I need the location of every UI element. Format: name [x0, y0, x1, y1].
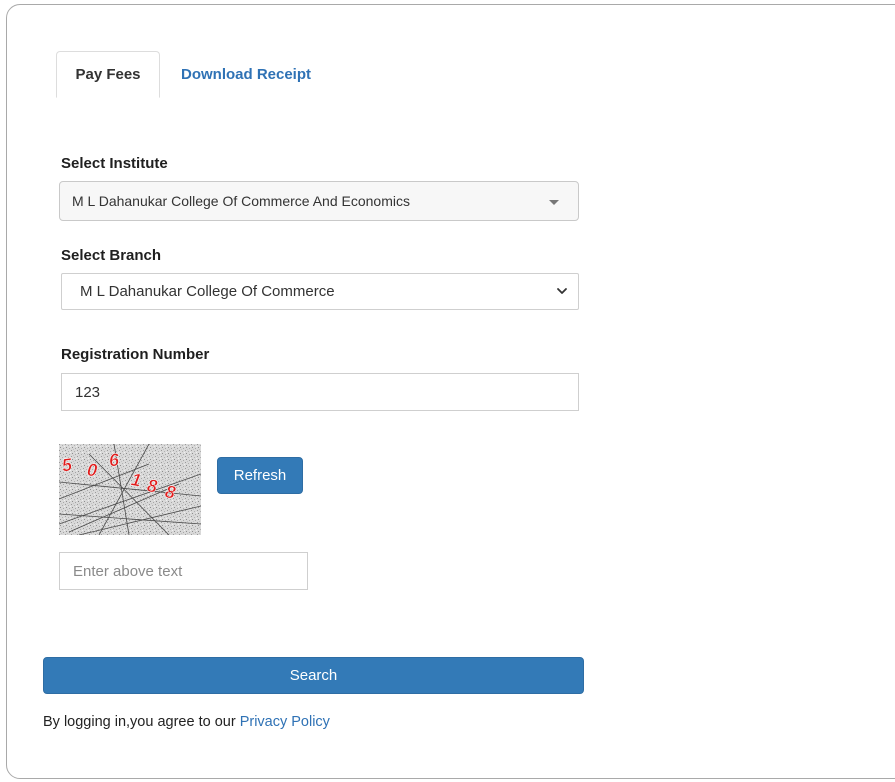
captcha-image: 5 0 6 1 8 8: [59, 444, 201, 535]
captcha-input[interactable]: Enter above text: [59, 552, 308, 590]
tab-bar: Pay Fees Download Receipt: [56, 51, 327, 98]
institute-selected-value: M L Dahanukar College Of Commerce And Ec…: [72, 193, 410, 209]
tab-pay-fees[interactable]: Pay Fees: [56, 51, 160, 98]
privacy-policy-link[interactable]: Privacy Policy: [240, 714, 330, 730]
privacy-note: By logging in,you agree to our Privacy P…: [43, 714, 330, 730]
branch-label: Select Branch: [61, 247, 162, 264]
search-button[interactable]: Search: [43, 657, 584, 694]
caret-down-icon: [549, 200, 559, 205]
institute-label: Select Institute: [61, 155, 168, 172]
svg-text:0: 0: [86, 460, 98, 481]
registration-number-input[interactable]: 123: [61, 373, 579, 411]
refresh-captcha-button[interactable]: Refresh: [217, 457, 303, 494]
registration-label: Registration Number: [61, 346, 210, 363]
tab-download-receipt[interactable]: Download Receipt: [160, 51, 327, 98]
branch-select[interactable]: M L Dahanukar College Of Commerce: [61, 273, 579, 310]
branch-selected-value: M L Dahanukar College Of Commerce: [80, 283, 335, 300]
chevron-down-icon: [557, 288, 567, 294]
privacy-note-text: By logging in,you agree to our: [43, 714, 236, 730]
captcha-input-placeholder: Enter above text: [73, 562, 183, 580]
institute-select[interactable]: M L Dahanukar College Of Commerce And Ec…: [59, 181, 579, 221]
registration-number-value: 123: [75, 383, 101, 401]
